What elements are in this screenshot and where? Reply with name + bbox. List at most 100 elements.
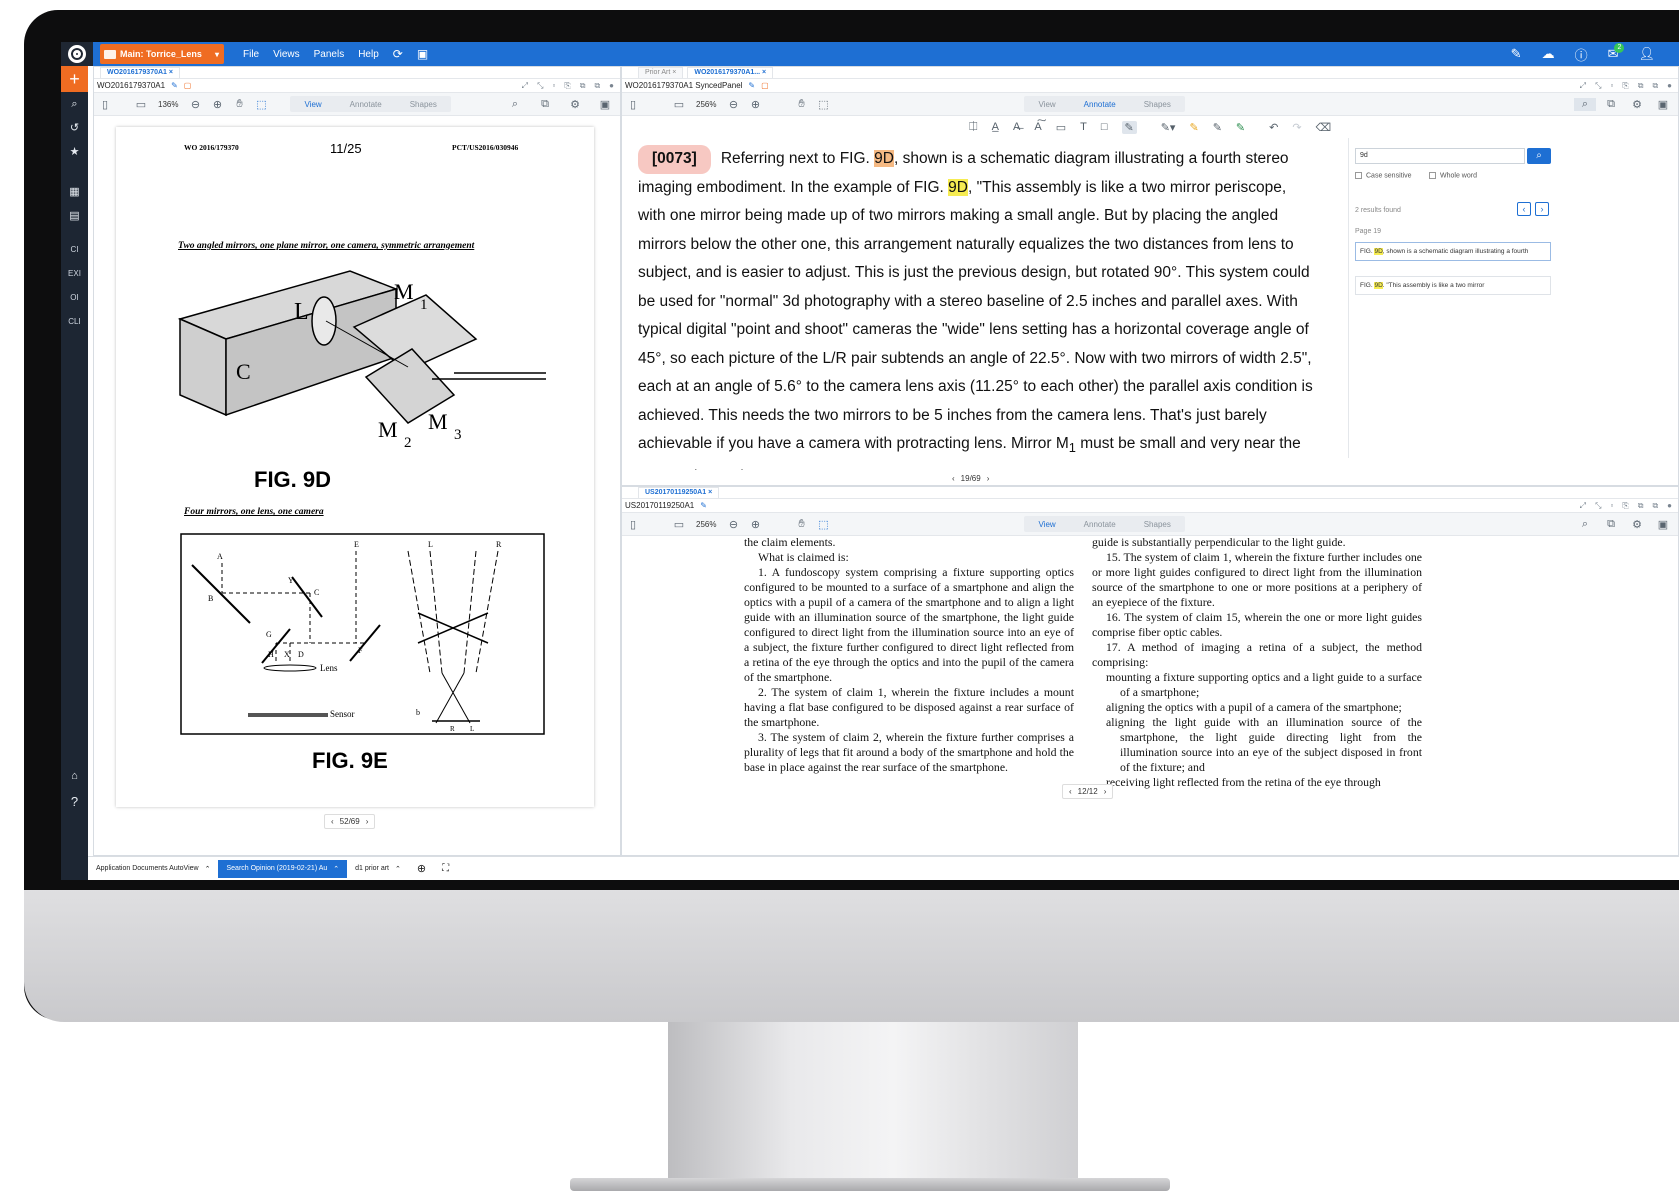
next-result-button[interactable]: › xyxy=(1535,202,1549,216)
menu-panels[interactable]: Panels xyxy=(314,49,345,60)
settings-icon[interactable]: ⚙ xyxy=(1626,98,1648,111)
mode-shapes[interactable]: Shapes xyxy=(1130,100,1185,109)
minimize-icon[interactable]: ▫ xyxy=(552,81,555,91)
search-hit-current[interactable]: 9D xyxy=(874,150,894,167)
pan-icon[interactable]: ✋︎ xyxy=(790,518,812,531)
pan-icon[interactable]: ✋︎ xyxy=(228,98,250,111)
tab-left-doc[interactable]: WO2016179370A1 × xyxy=(100,67,180,78)
mode-view[interactable]: View xyxy=(290,100,335,109)
copy-icon[interactable]: ⎘ xyxy=(1622,81,1628,91)
zoom-in-icon[interactable]: ⊕ xyxy=(744,518,766,531)
menu-file[interactable]: File xyxy=(243,49,259,60)
mode-annotate[interactable]: Annotate xyxy=(1070,520,1130,529)
checkbox[interactable] xyxy=(1429,172,1436,179)
prev-page-icon[interactable]: ‹ xyxy=(1069,787,1072,796)
case-sensitive-option[interactable]: Case sensitive xyxy=(1355,172,1412,179)
mode-annotate[interactable]: Annotate xyxy=(1070,100,1130,109)
clone-icon[interactable]: ⧉ xyxy=(1652,501,1658,511)
table-add-icon[interactable]: ▦ xyxy=(61,180,88,204)
fullscreen-icon[interactable]: ⤢ xyxy=(1580,501,1586,511)
bottom-tab-prior-art[interactable]: d1 prior art ⌃ xyxy=(347,860,409,878)
refresh-icon[interactable]: ⟳ xyxy=(393,47,403,61)
cloud-upload-icon[interactable]: ☁ xyxy=(1542,46,1555,62)
fullscreen-icon[interactable]: ⤢ xyxy=(522,81,528,91)
save-icon[interactable]: ▣ xyxy=(1652,98,1674,111)
redo-icon[interactable]: ↷ xyxy=(1292,121,1301,134)
duplicate-icon[interactable]: ⧉ xyxy=(580,81,586,91)
chevron-up-icon[interactable]: ⌃ xyxy=(205,865,211,873)
edit-icon[interactable]: ✎ xyxy=(748,81,755,90)
prev-page-icon[interactable]: ‹ xyxy=(952,474,955,483)
pan-icon[interactable]: ✋︎ xyxy=(790,98,812,111)
expand-icon[interactable]: ⤡ xyxy=(1595,501,1601,511)
highlighter-yellow-icon[interactable]: ✎ xyxy=(1189,121,1198,134)
info-icon[interactable]: ⓘ xyxy=(1575,45,1588,64)
zoom-out-icon[interactable]: ⊖ xyxy=(722,98,744,111)
expand-icon[interactable]: ⤡ xyxy=(537,81,543,91)
fullscreen-icon[interactable]: ⛶ xyxy=(434,860,457,878)
mode-view[interactable]: View xyxy=(1024,100,1069,109)
edit-icon[interactable]: ✎ xyxy=(1511,46,1522,62)
minimize-icon[interactable]: ▫ xyxy=(1610,81,1613,91)
rectangle-icon[interactable]: □ xyxy=(1101,121,1108,133)
search-result-2[interactable]: FIG. 9D. "This assembly is like a two mi… xyxy=(1355,276,1551,295)
page-icon[interactable]: ▭ xyxy=(130,98,152,111)
help-icon[interactable]: ? xyxy=(61,790,88,814)
nav-cli[interactable]: CLI xyxy=(61,310,88,334)
star-icon[interactable]: ★ xyxy=(61,140,88,164)
zoom-level[interactable]: 136% xyxy=(152,100,184,109)
menu-views[interactable]: Views xyxy=(273,49,300,60)
bottom-tab-search-opinion[interactable]: Search Opinion (2019-02-21) Au ⌃ xyxy=(218,859,348,878)
zoom-out-icon[interactable]: ⊖ xyxy=(184,98,206,111)
fullscreen-icon[interactable]: ⤢ xyxy=(1580,81,1586,91)
pen-color-icon[interactable]: ✎▾ xyxy=(1161,121,1176,134)
expand-icon[interactable]: ⤡ xyxy=(1595,81,1601,91)
sidebar-toggle-icon[interactable]: ▯ xyxy=(94,98,116,111)
clone-icon[interactable]: ⧉ xyxy=(594,81,600,91)
page-icon[interactable]: ▭ xyxy=(668,518,690,531)
whole-word-option[interactable]: Whole word xyxy=(1429,172,1477,179)
zoom-level[interactable]: 256% xyxy=(690,100,722,109)
search-icon[interactable]: ⌕ xyxy=(1574,518,1596,531)
nav-ci[interactable]: CI xyxy=(61,238,88,262)
note-icon[interactable]: ▭ xyxy=(1056,121,1066,134)
undo-icon[interactable]: ↶ xyxy=(1269,121,1278,134)
strikethrough-icon[interactable]: A̶ xyxy=(1013,121,1020,133)
chevron-up-icon[interactable]: ⌃ xyxy=(333,865,339,873)
text-select-icon[interactable]: ⎅ xyxy=(969,121,978,134)
prev-page-icon[interactable]: ‹ xyxy=(331,817,334,826)
sidebar-toggle-icon[interactable]: ▯ xyxy=(622,98,644,111)
text-icon[interactable]: T xyxy=(1080,121,1087,133)
select-area-icon[interactable]: ⬚ xyxy=(812,518,834,531)
tab-us-doc[interactable]: US20170119250A1 × xyxy=(638,487,720,498)
add-tab-icon[interactable]: ⊕ xyxy=(409,860,434,878)
next-page-icon[interactable]: › xyxy=(1104,787,1107,796)
zoom-out-icon[interactable]: ⊖ xyxy=(722,518,744,531)
mail-icon[interactable]: ✉ 2 xyxy=(1608,43,1625,62)
edit-icon[interactable]: ✎ xyxy=(700,501,707,510)
menu-help[interactable]: Help xyxy=(358,49,379,60)
bottom-tab-autoview[interactable]: Application Documents AutoView ⌃ xyxy=(88,860,218,878)
page-counter[interactable]: 19/69 xyxy=(961,474,981,483)
search-icon[interactable]: ⌕ xyxy=(61,92,88,116)
pen-icon[interactable]: ✎ xyxy=(1213,121,1222,134)
search-result-1[interactable]: FIG. 9D, shown is a schematic diagram il… xyxy=(1355,242,1551,261)
next-page-icon[interactable]: › xyxy=(366,817,369,826)
underline-icon[interactable]: A̲ xyxy=(992,121,999,133)
save-icon[interactable]: ▣ xyxy=(594,98,616,111)
prev-result-button[interactable]: ‹ xyxy=(1517,202,1531,216)
page-counter[interactable]: 12/12 xyxy=(1078,787,1098,796)
search-icon[interactable]: ⌕ xyxy=(504,98,526,111)
history-icon[interactable]: ↺ xyxy=(61,116,88,140)
comments-icon[interactable]: ⧉ xyxy=(534,98,556,111)
copy-icon[interactable]: ⎘ xyxy=(564,81,570,91)
chevron-up-icon[interactable]: ⌃ xyxy=(395,865,401,873)
page-counter[interactable]: 52/69 xyxy=(340,817,360,826)
save-icon[interactable]: ▣ xyxy=(1652,518,1674,531)
search-button[interactable]: ⌕ xyxy=(1527,148,1551,164)
zoom-level[interactable]: 256% xyxy=(690,520,722,529)
zoom-in-icon[interactable]: ⊕ xyxy=(206,98,228,111)
comments-icon[interactable]: ⧉ xyxy=(1600,98,1622,111)
search-hit[interactable]: 9D xyxy=(948,178,968,196)
page-icon[interactable]: ▭ xyxy=(668,98,690,111)
